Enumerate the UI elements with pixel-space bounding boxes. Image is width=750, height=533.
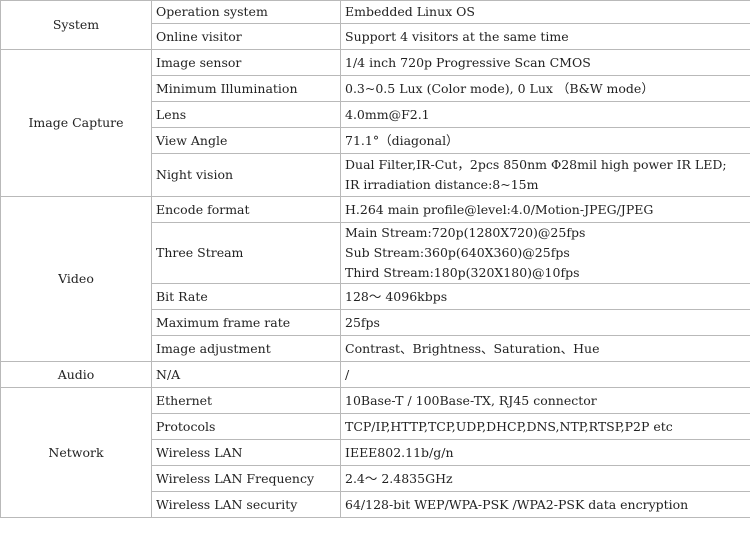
value-line: / — [345, 366, 350, 382]
value-line: 4.0mm@F2.1 — [345, 106, 430, 122]
value-line: 1/4 inch 720p Progressive Scan CMOS — [345, 54, 591, 70]
value-line: Support 4 visitors at the same time — [345, 28, 569, 44]
value-line: 0.3~0.5 Lux (Color mode), 0 Lux （B&W mod… — [345, 80, 654, 96]
item-name-cell: Wireless LAN security — [151, 491, 341, 518]
item-name-cell: Wireless LAN — [151, 439, 341, 466]
item-name-cell: N/A — [151, 361, 341, 388]
item-value-cell: 128～ 4096kbps — [340, 283, 750, 310]
category-cell: Audio — [0, 361, 152, 388]
value-line: Contrast、Brightness、Saturation、Hue — [345, 340, 600, 356]
item-value-cell: 71.1°（diagonal） — [340, 127, 750, 154]
item-name-cell: Minimum Illumination — [151, 75, 341, 102]
item-value-cell: 10Base-T / 100Base-TX, RJ45 connector — [340, 387, 750, 414]
item-value-cell: 4.0mm@F2.1 — [340, 101, 750, 128]
value-line: 71.1°（diagonal） — [345, 132, 459, 148]
value-line: Dual Filter,IR-Cut，2pcs 850nm Φ28mil hig… — [345, 157, 727, 172]
item-value-cell: Embedded Linux OS — [340, 0, 750, 24]
table-row: System Operation system Embedded Linux OS — [0, 0, 750, 50]
item-value-cell: 2.4～ 2.4835GHz — [340, 465, 750, 492]
value-line: Embedded Linux OS — [345, 4, 475, 19]
table-row: Video Encode format H.264 main profile@lev… — [0, 196, 750, 362]
item-name-cell: Image sensor — [151, 49, 341, 76]
value-line: IR irradiation distance:8~15m — [345, 177, 539, 192]
item-value-cell: Main Stream:720p(1280X720)@25fps Sub Stre… — [340, 222, 750, 284]
item-name-cell: View Angle — [151, 127, 341, 154]
item-name-cell: Ethernet — [151, 387, 341, 414]
item-value-cell: 64/128-bit WEP/WPA-PSK /WPA2-PSK data en… — [340, 491, 750, 518]
category-cell: Network — [0, 387, 152, 518]
item-value-cell: Dual Filter,IR-Cut，2pcs 850nm Φ28mil hig… — [340, 153, 750, 197]
item-value-cell: H.264 main profile@level:4.0/Motion-JPEG… — [340, 196, 750, 223]
table-row: Image Capture Image sensor 1/4 inch 720p P… — [0, 49, 750, 197]
item-name-cell: Image adjustment — [151, 335, 341, 362]
value-line: 25fps — [345, 314, 380, 330]
item-value-cell: 0.3~0.5 Lux (Color mode), 0 Lux （B&W mod… — [340, 75, 750, 102]
category-cell: Image Capture — [0, 49, 152, 197]
item-value-cell: 25fps — [340, 309, 750, 336]
value-line: TCP/IP,HTTP,TCP,UDP,DHCP,DNS,NTP,RTSP,P2… — [345, 418, 673, 434]
item-name-cell: Lens — [151, 101, 341, 128]
value-line: 64/128-bit WEP/WPA-PSK /WPA2-PSK data en… — [345, 496, 689, 512]
item-value-cell: IEEE802.11b/g/n — [340, 439, 750, 466]
value-line: 10Base-T / 100Base-TX, RJ45 connector — [345, 392, 597, 408]
value-line: Sub Stream:360p(640X360)@25fps — [345, 245, 570, 260]
value-line: Third Stream:180p(320X180)@10fps — [345, 265, 580, 280]
value-line: Main Stream:720p(1280X720)@25fps — [345, 225, 586, 240]
category-cell: Video — [0, 196, 152, 362]
item-value-cell: TCP/IP,HTTP,TCP,UDP,DHCP,DNS,NTP,RTSP,P2… — [340, 413, 750, 440]
item-name-cell: Online visitor — [151, 23, 341, 50]
item-value-cell: 1/4 inch 720p Progressive Scan CMOS — [340, 49, 750, 76]
table-row: Audio N/A / — [0, 361, 750, 388]
value-line: 128～ 4096kbps — [345, 288, 448, 304]
item-name-cell: Encode format — [151, 196, 341, 223]
spec-sheet: System Operation system Embedded Linux OS O… — [0, 0, 750, 533]
item-name-cell: Protocols — [151, 413, 341, 440]
item-value-cell: Contrast、Brightness、Saturation、Hue — [340, 335, 750, 362]
category-cell: System — [0, 0, 152, 50]
value-line: H.264 main profile@level:4.0/Motion-JPEG… — [345, 201, 654, 217]
table-row: Network Ethernet 10Base-T / 100Base-TX, RJ… — [0, 387, 750, 518]
item-name-cell: Night vision — [151, 153, 341, 197]
value-line: IEEE802.11b/g/n — [345, 444, 454, 460]
item-name-cell: Maximum frame rate — [151, 309, 341, 336]
item-name-cell: Wireless LAN Frequency — [151, 465, 341, 492]
item-name-cell: Three Stream — [151, 222, 341, 284]
item-name-cell: Bit Rate — [151, 283, 341, 310]
value-line: 2.4～ 2.4835GHz — [345, 470, 453, 486]
item-name-cell: Operation system — [151, 0, 341, 24]
item-value-cell: Support 4 visitors at the same time — [340, 23, 750, 50]
spec-table: System Operation system Embedded Linux OS O… — [0, 0, 750, 518]
item-value-cell: / — [340, 361, 750, 388]
